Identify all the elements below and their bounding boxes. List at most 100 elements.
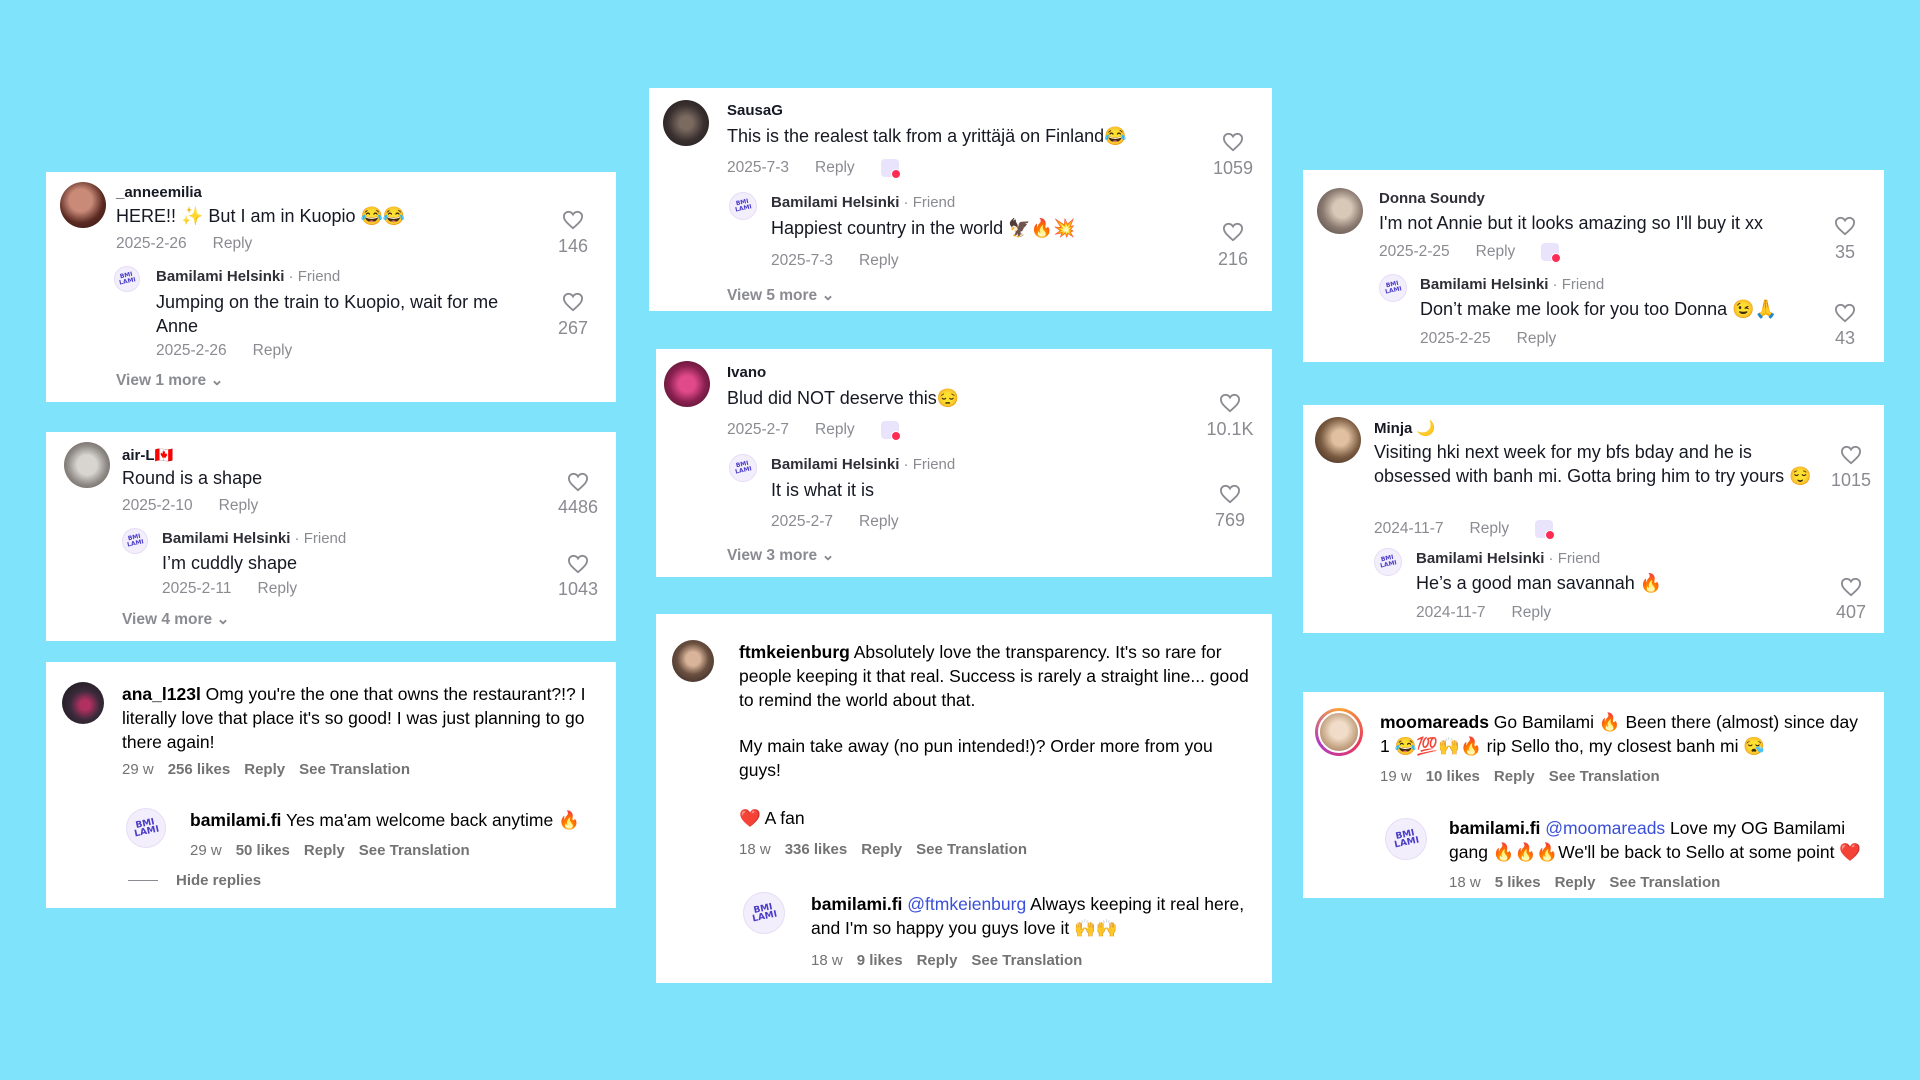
heart-icon[interactable] — [1222, 132, 1244, 152]
like-count[interactable]: 50 likes — [236, 842, 290, 859]
like-count[interactable]: 256 likes — [168, 761, 231, 778]
heart-icon[interactable] — [1840, 577, 1862, 597]
heart-icon[interactable] — [1834, 216, 1856, 236]
avatar[interactable] — [62, 682, 104, 724]
heart-icon[interactable] — [1834, 303, 1856, 323]
avatar[interactable]: BMI LAMI — [1385, 818, 1427, 860]
view-more-button[interactable]: View 3 more ⌄ — [727, 546, 834, 565]
reply-button[interactable]: Reply — [213, 235, 253, 252]
reply-mention[interactable]: @ftmkeienburg — [902, 894, 1026, 914]
see-translation-button[interactable]: See Translation — [1609, 874, 1720, 891]
reply-button[interactable]: Reply — [1512, 604, 1552, 621]
like-count[interactable]: 336 likes — [785, 841, 848, 858]
reply-author-name[interactable]: Bamilami Helsinki — [771, 194, 899, 211]
reply-button[interactable]: Reply — [1517, 330, 1557, 347]
like-count[interactable]: 9 likes — [857, 952, 903, 969]
reply-button[interactable]: Reply — [859, 513, 899, 530]
avatar[interactable] — [663, 100, 709, 146]
reply-button[interactable]: Reply — [1476, 243, 1516, 261]
see-translation-button[interactable]: See Translation — [359, 842, 470, 859]
reply-meta: 29 w 50 likes Reply See Translation — [190, 842, 484, 859]
avatar[interactable] — [1315, 417, 1361, 463]
avatar[interactable] — [664, 361, 710, 407]
heart-icon[interactable] — [1219, 484, 1241, 504]
see-translation-button[interactable]: See Translation — [299, 761, 410, 778]
comment-username[interactable]: _anneemilia — [116, 184, 202, 201]
heart-icon[interactable] — [1840, 445, 1862, 465]
heart-icon[interactable] — [562, 210, 584, 230]
reply-author[interactable]: bamilami.fi — [190, 810, 281, 830]
reply-button[interactable]: Reply — [815, 421, 855, 439]
reply-author[interactable]: Bamilami Helsinki · Friend — [162, 530, 346, 547]
comment-meta: 2024-11-7 Reply — [1374, 520, 1556, 540]
reply-button[interactable]: Reply — [258, 580, 298, 597]
reply-button[interactable]: Reply — [859, 252, 899, 269]
avatar[interactable]: BMI LAMI — [1374, 548, 1402, 576]
see-translation-button[interactable]: See Translation — [916, 841, 1027, 858]
comment-username[interactable]: moomareads — [1380, 712, 1489, 732]
view-more-button[interactable]: View 5 more ⌄ — [727, 286, 834, 305]
reply-author[interactable]: Bamilami Helsinki · Friend — [1416, 550, 1600, 567]
see-translation-button[interactable]: See Translation — [971, 952, 1082, 969]
reply-mention[interactable]: @moomareads — [1540, 818, 1665, 838]
reply-author[interactable]: bamilami.fi — [1449, 818, 1540, 838]
avatar[interactable]: BMI LAMI — [729, 454, 757, 482]
like-count: 216 — [1217, 249, 1249, 269]
reply-button[interactable]: Reply — [917, 952, 958, 969]
heart-icon[interactable] — [567, 554, 589, 574]
comment-username[interactable]: Donna Soundy — [1379, 190, 1485, 207]
comment-username[interactable]: SausaG — [727, 102, 783, 119]
avatar[interactable] — [672, 640, 714, 682]
avatar[interactable] — [1317, 188, 1363, 234]
avatar[interactable]: BMI LAMI — [729, 192, 757, 220]
comment-username[interactable]: ana_l123l — [122, 684, 201, 704]
reply-button[interactable]: Reply — [244, 761, 285, 778]
comment-card-ivano: Ivano Blud did NOT deserve this😔 2025-2-… — [656, 349, 1272, 577]
view-more-button[interactable]: View 4 more ⌄ — [122, 610, 229, 629]
avatar[interactable] — [1315, 708, 1363, 756]
comment-username[interactable]: air-L🇨🇦 — [122, 446, 173, 464]
reply-button[interactable]: Reply — [815, 159, 855, 177]
reply-author[interactable]: Bamilami Helsinki · Friend — [771, 456, 955, 473]
comment-meta: 2025-2-25 Reply — [1379, 243, 1562, 263]
reply-author[interactable]: Bamilami Helsinki · Friend — [156, 268, 340, 285]
reply-author-name[interactable]: Bamilami Helsinki — [156, 268, 284, 285]
reply-author-name[interactable]: Bamilami Helsinki — [771, 456, 899, 473]
hide-replies-button[interactable]: Hide replies — [176, 872, 261, 889]
heart-icon[interactable] — [567, 472, 589, 492]
heart-icon[interactable] — [1222, 222, 1244, 242]
reply-button[interactable]: Reply — [861, 841, 902, 858]
reply-author-name[interactable]: Bamilami Helsinki — [1420, 276, 1548, 293]
comment-text: Round is a shape — [122, 468, 263, 488]
reply-author[interactable]: Bamilami Helsinki · Friend — [771, 194, 955, 211]
reply-button[interactable]: Reply — [1555, 874, 1596, 891]
like-count[interactable]: 10 likes — [1426, 768, 1480, 785]
reply-author-name[interactable]: Bamilami Helsinki — [162, 530, 290, 547]
reply-button[interactable]: Reply — [1470, 520, 1510, 538]
avatar[interactable]: BMI LAMI — [1379, 274, 1407, 302]
avatar[interactable]: BMI LAMI — [126, 808, 166, 848]
heart-icon[interactable] — [562, 292, 584, 312]
reply-button[interactable]: Reply — [219, 497, 259, 514]
reply-author[interactable]: bamilami.fi — [811, 894, 902, 914]
comment-meta: 18 w 336 likes Reply See Translation — [739, 841, 1041, 858]
reply-button[interactable]: Reply — [1494, 768, 1535, 785]
view-more-button[interactable]: View 1 more ⌄ — [116, 371, 223, 390]
comment-username[interactable]: Ivano — [727, 364, 766, 381]
avatar[interactable]: BMI LAMI — [114, 266, 140, 292]
reply-author[interactable]: Bamilami Helsinki · Friend — [1420, 276, 1604, 293]
creator-liked-icon — [880, 421, 901, 441]
avatar[interactable] — [64, 442, 110, 488]
reply-button[interactable]: Reply — [253, 342, 293, 359]
reply-author-name[interactable]: Bamilami Helsinki — [1416, 550, 1544, 567]
see-translation-button[interactable]: See Translation — [1549, 768, 1660, 785]
comment-username[interactable]: ftmkeienburg — [739, 642, 850, 662]
heart-icon[interactable] — [1219, 393, 1241, 413]
reply-text: Don’t make me look for you too Donna 😉🙏 — [1420, 299, 1777, 319]
reply-button[interactable]: Reply — [304, 842, 345, 859]
like-count[interactable]: 5 likes — [1495, 874, 1541, 891]
avatar[interactable]: BMI LAMI — [743, 892, 785, 934]
comment-username[interactable]: Minja 🌙 — [1374, 419, 1435, 437]
avatar[interactable]: BMI LAMI — [122, 528, 148, 554]
avatar[interactable] — [60, 182, 106, 228]
